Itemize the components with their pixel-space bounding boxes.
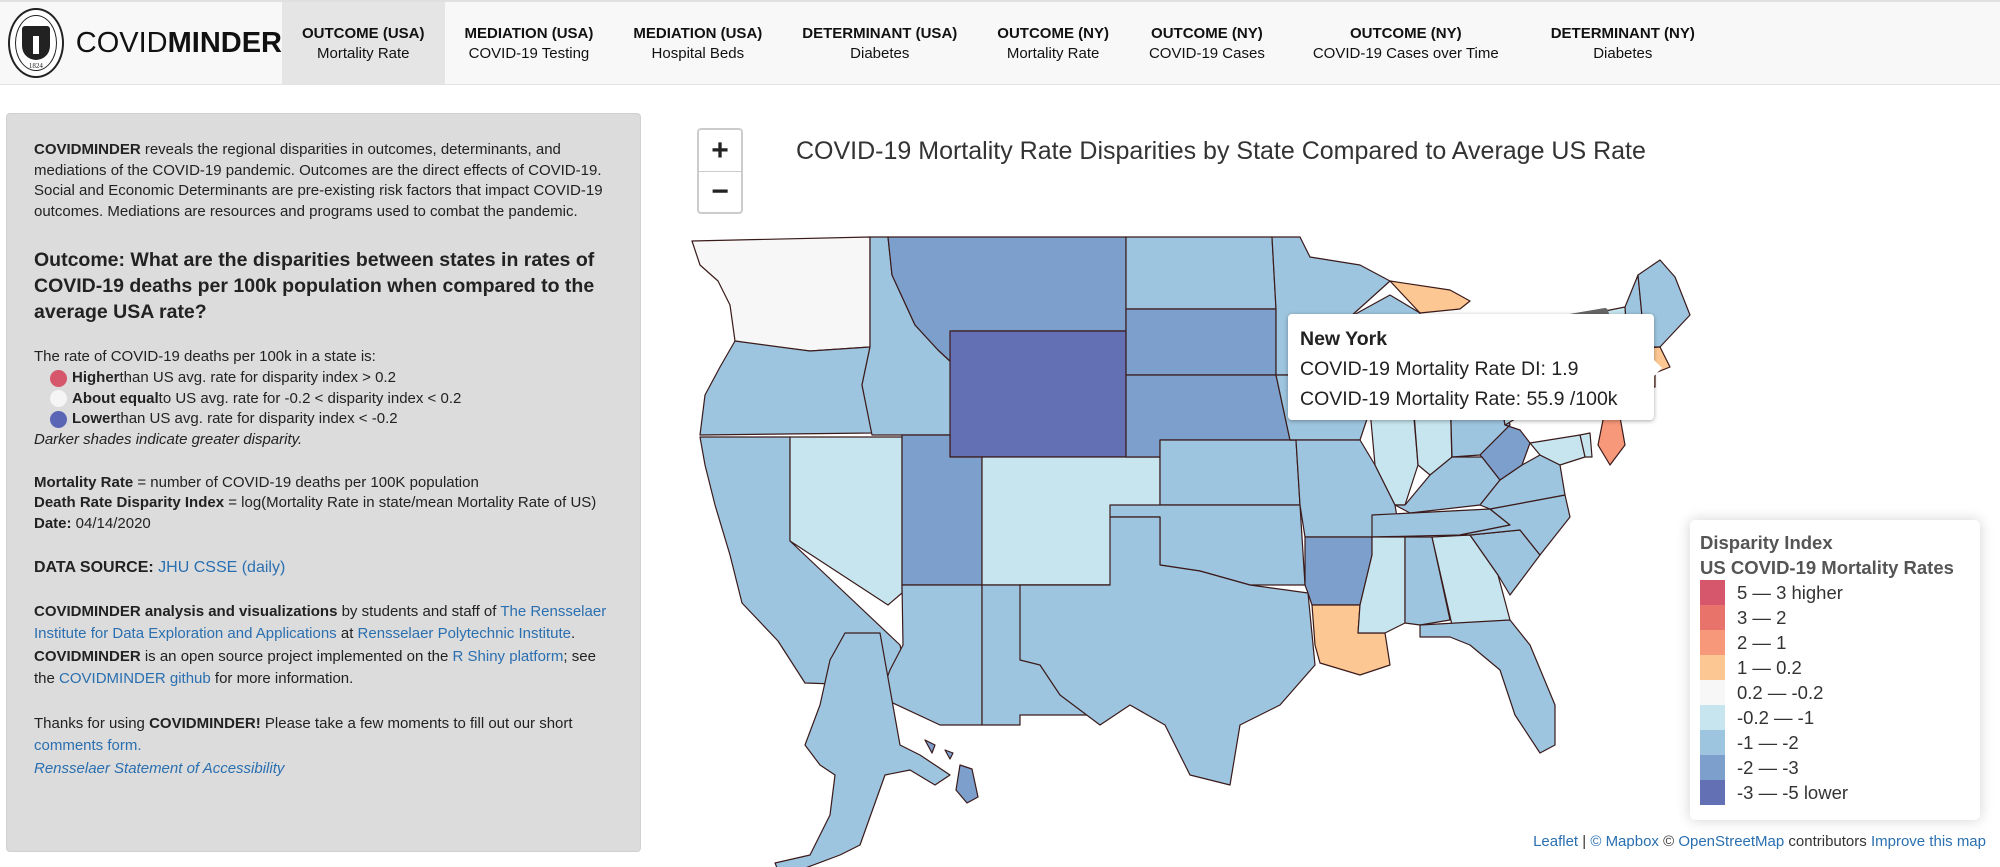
legend-item: -3 — -5 lower <box>1700 780 1970 805</box>
state-nd[interactable] <box>1125 236 1277 310</box>
rate-explanation: The rate of COVID-19 deaths per 100k in … <box>34 347 613 450</box>
state-sd[interactable] <box>1125 308 1277 376</box>
tab-outcome-ny-cases-time[interactable]: OUTCOME (NY) COVID-19 Cases over Time <box>1285 2 1527 84</box>
zoom-in-button[interactable]: + <box>699 130 741 171</box>
thanks: Thanks for using COVIDMINDER! Please tak… <box>34 714 573 777</box>
osm-link[interactable]: OpenStreetMap <box>1678 833 1784 850</box>
legend-label: -3 — -5 lower <box>1737 781 1849 803</box>
tooltip-rate: COVID-19 Mortality Rate: 55.9 /100k <box>1300 388 1618 410</box>
map-title: COVID-19 Mortality Rate Disparities by S… <box>796 137 1646 165</box>
date-line: Date: 04/14/2020 <box>34 514 151 532</box>
def-mortality-rate: Mortality Rate = number of COVID-19 deat… <box>34 473 479 491</box>
outcome-question: Outcome: What are the disparities betwee… <box>34 248 595 323</box>
legend-label: 0.2 — -0.2 <box>1737 681 1824 703</box>
map-container[interactable]: + − COVID-19 Mortality Rate Disparities … <box>660 85 2000 867</box>
tab-determinant-usa-diabetes[interactable]: DETERMINANT (USA) Diabetes <box>782 2 977 84</box>
darker-note: Darker shades indicate greater disparity… <box>34 430 303 448</box>
state-wa[interactable] <box>691 236 871 352</box>
comments-form-link[interactable]: comments form. <box>34 737 142 754</box>
legend-item: -2 — -3 <box>1700 755 1970 780</box>
legend-swatch <box>1700 730 1725 755</box>
legend-item: 3 — 2 <box>1700 605 1970 630</box>
equal-line: About equal to US avg. rate for -0.2 < d… <box>34 389 613 410</box>
tab-outcome-usa-mortality[interactable]: OUTCOME (USA) Mortality Rate <box>282 2 445 84</box>
def-disparity-index: Death Rate Disparity Index = log(Mortali… <box>34 494 597 512</box>
state-ut[interactable] <box>901 434 983 586</box>
legend-swatch <box>1700 680 1725 705</box>
legend-label: -2 — -3 <box>1737 756 1799 778</box>
tab-outcome-ny-cases[interactable]: OUTCOME (NY) COVID-19 Cases <box>1129 2 1285 84</box>
state-tooltip: New York COVID-19 Mortality Rate DI: 1.9… <box>1288 314 1662 420</box>
legend-swatch <box>1700 630 1725 655</box>
legend-swatch <box>1700 655 1725 680</box>
credits: COVIDMINDER analysis and visualizations … <box>34 602 607 688</box>
legend-label: 1 — 0.2 <box>1737 656 1802 678</box>
legend-item: 5 — 3 higher <box>1700 580 1970 605</box>
legend-item: -1 — -2 <box>1700 730 1970 755</box>
legend-title: Disparity Index <box>1700 532 1833 553</box>
nav-tabs: OUTCOME (USA) Mortality Rate MEDIATION (U… <box>282 2 1719 84</box>
tab-mediation-usa-testing[interactable]: MEDIATION (USA) COVID-19 Testing <box>445 2 614 84</box>
legend-swatch <box>1700 605 1725 630</box>
shield-icon <box>21 26 50 60</box>
tooltip-di: COVID-19 Mortality Rate DI: 1.9 <box>1300 358 1579 380</box>
legend-swatch <box>1700 780 1725 805</box>
legend-swatch <box>1700 580 1725 605</box>
map-legend: Disparity Index US COVID-19 Mortality Ra… <box>1690 520 1980 820</box>
state-fl[interactable] <box>1419 619 1556 754</box>
zoom-out-button[interactable]: − <box>699 171 741 212</box>
mapbox-link[interactable]: © Mapbox <box>1590 833 1659 850</box>
rpi-seal-logo: 1824 <box>8 8 64 78</box>
legend-swatch <box>1700 705 1725 730</box>
brand-name: COVIDMINDER <box>75 26 282 59</box>
zoom-control: + − <box>697 128 743 214</box>
white-dot-icon <box>50 390 67 408</box>
legend-item: 2 — 1 <box>1700 630 1970 655</box>
legend-item: -0.2 — -1 <box>1700 705 1970 730</box>
blue-dot-icon <box>50 411 67 429</box>
accessibility-link[interactable]: Rensselaer Statement of Accessibility <box>34 760 284 777</box>
legend-swatch <box>1700 755 1725 780</box>
legend-subtitle: US COVID-19 Mortality Rates <box>1700 557 1954 578</box>
leaflet-link[interactable]: Leaflet <box>1533 833 1578 850</box>
legend-label: 3 — 2 <box>1737 606 1787 628</box>
tooltip-state-name: New York <box>1300 328 1388 350</box>
rpi-link[interactable]: Rensselaer Polytechnic Institute <box>358 625 571 642</box>
improve-map-link[interactable]: Improve this map <box>1871 833 1986 850</box>
jhu-csse-link[interactable]: JHU CSSE (daily) <box>158 559 285 576</box>
state-or[interactable] <box>699 340 873 436</box>
data-source: DATA SOURCE: JHU CSSE (daily) <box>34 558 286 576</box>
state-ks[interactable] <box>1159 439 1301 506</box>
intro-text: COVIDMINDER reveals the regional dispari… <box>34 141 603 221</box>
red-dot-icon <box>50 369 67 387</box>
tab-outcome-ny-mortality[interactable]: OUTCOME (NY) Mortality Rate <box>977 2 1129 84</box>
map-attribution: Leaflet | © Mapbox © OpenStreetMap contr… <box>1533 833 1986 850</box>
navbar: 1824 COVIDMINDER OUTCOME (USA) Mortality … <box>0 0 2000 85</box>
legend-label: -0.2 — -1 <box>1737 706 1815 728</box>
legend-item: 0.2 — -0.2 <box>1700 680 1970 705</box>
legend-label: 5 — 3 higher <box>1737 581 1843 603</box>
tab-determinant-ny-diabetes[interactable]: DETERMINANT (NY) Diabetes <box>1527 2 1719 84</box>
github-link[interactable]: COVIDMINDER github <box>59 670 211 687</box>
state-wy[interactable] <box>949 330 1127 458</box>
brand[interactable]: 1824 COVIDMINDER <box>0 2 282 84</box>
higher-line: Higher than US avg. rate for disparity i… <box>34 368 613 389</box>
legend-label: 2 — 1 <box>1737 631 1787 653</box>
r-shiny-link[interactable]: R Shiny platform <box>453 648 564 665</box>
legend-label: -1 — -2 <box>1737 731 1799 753</box>
lower-line: Lower than US avg. rate for disparity in… <box>34 409 613 430</box>
info-sidebar: COVIDMINDER reveals the regional dispari… <box>6 113 641 852</box>
tab-mediation-usa-beds[interactable]: MEDIATION (USA) Hospital Beds <box>613 2 782 84</box>
legend-item: 1 — 0.2 <box>1700 655 1970 680</box>
